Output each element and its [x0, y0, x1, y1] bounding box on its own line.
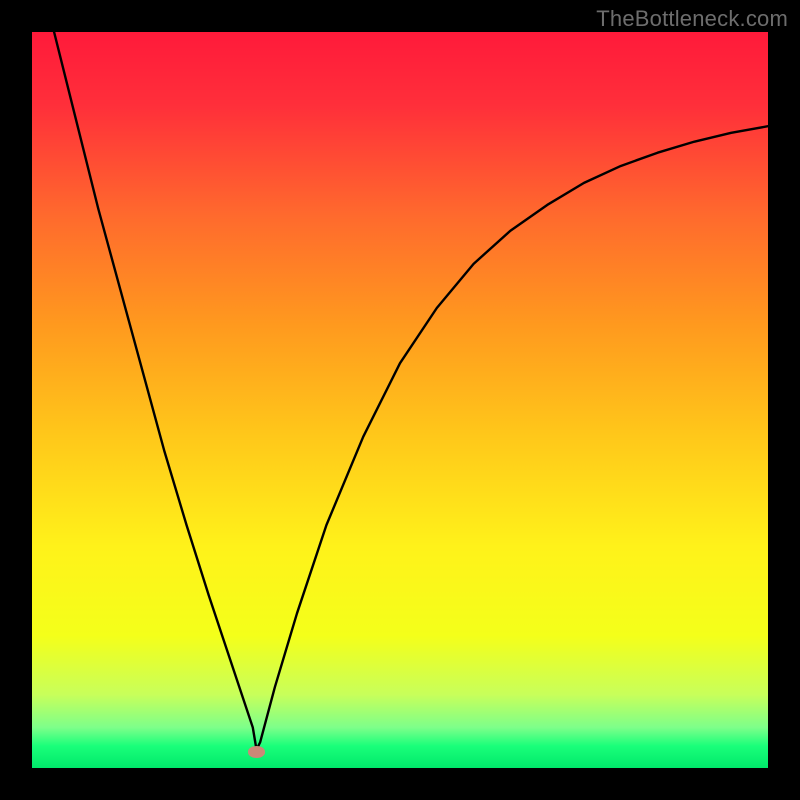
min-marker [248, 746, 266, 758]
watermark-text: TheBottleneck.com [596, 6, 788, 32]
chart-frame: TheBottleneck.com [0, 0, 800, 800]
plot-area [32, 32, 768, 768]
bottleneck-curve [32, 32, 768, 768]
